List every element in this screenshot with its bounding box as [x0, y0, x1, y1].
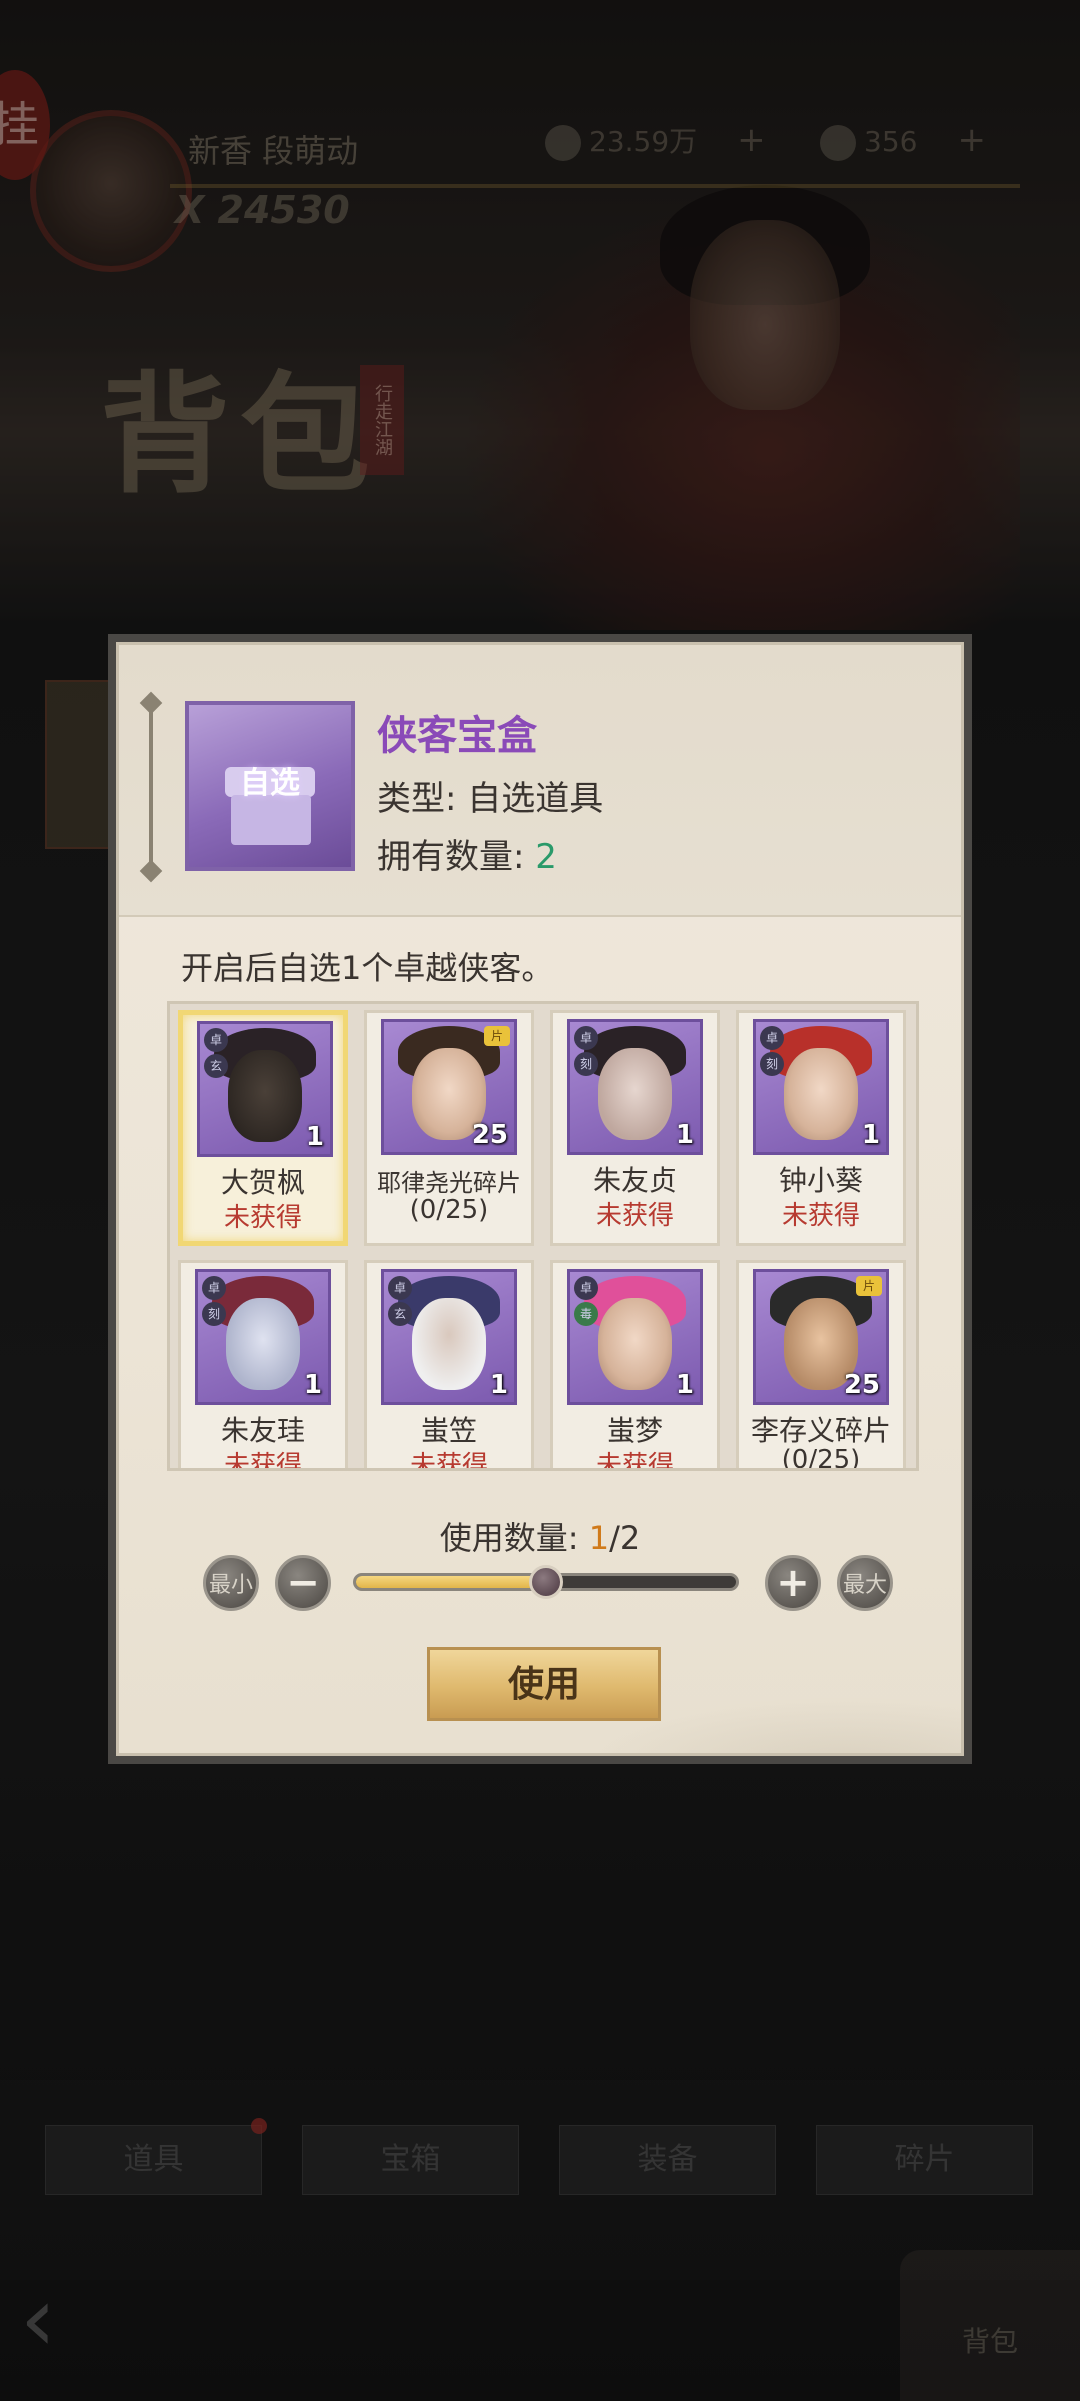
hero-count: 1 [861, 1120, 880, 1150]
hero-status: 未获得 [223, 1203, 302, 1233]
hero-count: 25 [471, 1120, 508, 1150]
element-tag-icon: 毒 [574, 1302, 598, 1326]
slider-handle[interactable] [529, 1565, 563, 1599]
max-button[interactable]: 最大 [837, 1555, 893, 1611]
element-tag-icon: 刻 [760, 1052, 784, 1076]
hero-count: 25 [843, 1370, 880, 1400]
owned-count-value: 2 [535, 837, 557, 877]
hero-face [784, 1048, 858, 1140]
hero-card-zhuyouzhen[interactable]: 卓刻 1 朱友贞 未获得 [550, 1010, 720, 1246]
hero-card-chili[interactable]: 卓玄 1 蚩笠 未获得 [364, 1260, 534, 1471]
item-description: 开启后自选1个卓越侠客。 [181, 949, 554, 987]
rank-tag-icon: 卓 [388, 1276, 412, 1300]
hero-status: 未获得 [595, 1201, 674, 1231]
fragment-badge-icon: 片 [484, 1026, 510, 1046]
hero-face [226, 1298, 300, 1390]
element-tag-icon: 刻 [202, 1302, 226, 1326]
hero-card-zhongxiaokui[interactable]: 卓刻 1 钟小葵 未获得 [736, 1010, 906, 1246]
hero-count: 1 [675, 1120, 694, 1150]
hero-count: 1 [305, 1122, 324, 1152]
hero-status: 未获得 [781, 1201, 860, 1231]
rank-tag-icon: 卓 [574, 1026, 598, 1050]
treasure-box-icon: 自选 [185, 701, 355, 871]
hero-name: 朱友珪 [220, 1414, 305, 1447]
hero-face [598, 1048, 672, 1140]
hero-portrait: 卓玄 1 [197, 1021, 333, 1157]
plus-button[interactable]: + [765, 1555, 821, 1611]
hero-name: 耶律尧光碎片 [377, 1169, 521, 1197]
slider-fill [356, 1576, 546, 1588]
hero-face [412, 1298, 486, 1390]
item-dialog: 自选 侠客宝盒 类型: 自选道具 拥有数量: 2 开启后自选1个卓越侠客。 卓玄… [108, 634, 972, 1764]
rank-tag-icon: 卓 [760, 1026, 784, 1050]
use-button[interactable]: 使用 [427, 1647, 661, 1721]
owned-count-label: 拥有数量: [377, 837, 536, 877]
hero-portrait: 卓玄 1 [381, 1269, 517, 1405]
hero-choice-grid[interactable]: 卓玄 1 大贺枫 未获得 片 25 耶律尧光碎片 (0/25) 卓刻 1 朱友贞… [167, 1001, 919, 1471]
hero-portrait: 片 25 [753, 1269, 889, 1405]
hero-card-licunyi-fragment[interactable]: 片 25 李存义碎片 (0/25) [736, 1260, 906, 1471]
hero-name: 大贺枫 [220, 1166, 305, 1199]
min-button[interactable]: 最小 [203, 1555, 259, 1611]
hero-name: 钟小葵 [778, 1164, 863, 1197]
hero-card-yeluyaoguang-fragment[interactable]: 片 25 耶律尧光碎片 (0/25) [364, 1010, 534, 1246]
hero-face [228, 1050, 302, 1142]
rank-tag-icon: 卓 [574, 1276, 598, 1300]
hero-status: (0/25) [409, 1195, 489, 1225]
hero-name: 李存义碎片 [750, 1414, 891, 1447]
hero-status: 未获得 [223, 1451, 302, 1471]
hero-card-dahefeng[interactable]: 卓玄 1 大贺枫 未获得 [178, 1010, 348, 1246]
element-tag-icon: 玄 [388, 1302, 412, 1326]
hero-portrait: 片 25 [381, 1019, 517, 1155]
use-quantity-total: /2 [609, 1519, 641, 1557]
element-tag-icon: 刻 [574, 1052, 598, 1076]
dialog-panel: 自选 侠客宝盒 类型: 自选道具 拥有数量: 2 开启后自选1个卓越侠客。 卓玄… [116, 642, 964, 1756]
item-icon-label: 自选 [240, 766, 300, 801]
use-quantity-label: 使用数量: [439, 1519, 589, 1557]
box-body [231, 795, 311, 845]
hero-card-zhuyougui[interactable]: 卓刻 1 朱友珪 未获得 [178, 1260, 348, 1471]
hero-name: 蚩梦 [606, 1414, 663, 1447]
minus-button[interactable]: − [275, 1555, 331, 1611]
rank-tag-icon: 卓 [202, 1276, 226, 1300]
hero-name: 蚩笠 [420, 1414, 477, 1447]
hero-portrait: 卓刻 1 [195, 1269, 331, 1405]
item-owned-count: 拥有数量: 2 [377, 829, 557, 878]
rank-tag-icon: 卓 [204, 1028, 228, 1052]
hero-status: (0/25) [781, 1445, 861, 1471]
decorative-scroll-rod [149, 703, 153, 871]
hero-count: 1 [675, 1370, 694, 1400]
hero-portrait: 卓刻 1 [567, 1019, 703, 1155]
hero-status: 未获得 [595, 1451, 674, 1471]
hero-portrait: 卓刻 1 [753, 1019, 889, 1155]
item-type: 类型: 自选道具 [377, 779, 604, 819]
hero-status: 未获得 [409, 1451, 488, 1471]
hero-count: 1 [489, 1370, 508, 1400]
hero-count: 1 [303, 1370, 322, 1400]
hero-face [598, 1298, 672, 1390]
hero-portrait: 卓毒 1 [567, 1269, 703, 1405]
use-quantity-current: 1 [588, 1519, 610, 1557]
use-quantity: 使用数量: 1/2 [119, 1513, 961, 1559]
fragment-badge-icon: 片 [856, 1276, 882, 1296]
element-tag-icon: 玄 [204, 1054, 228, 1078]
hero-name: 朱友贞 [592, 1164, 677, 1197]
hero-card-chimeng[interactable]: 卓毒 1 蚩梦 未获得 [550, 1260, 720, 1471]
item-title: 侠客宝盒 [377, 713, 537, 759]
